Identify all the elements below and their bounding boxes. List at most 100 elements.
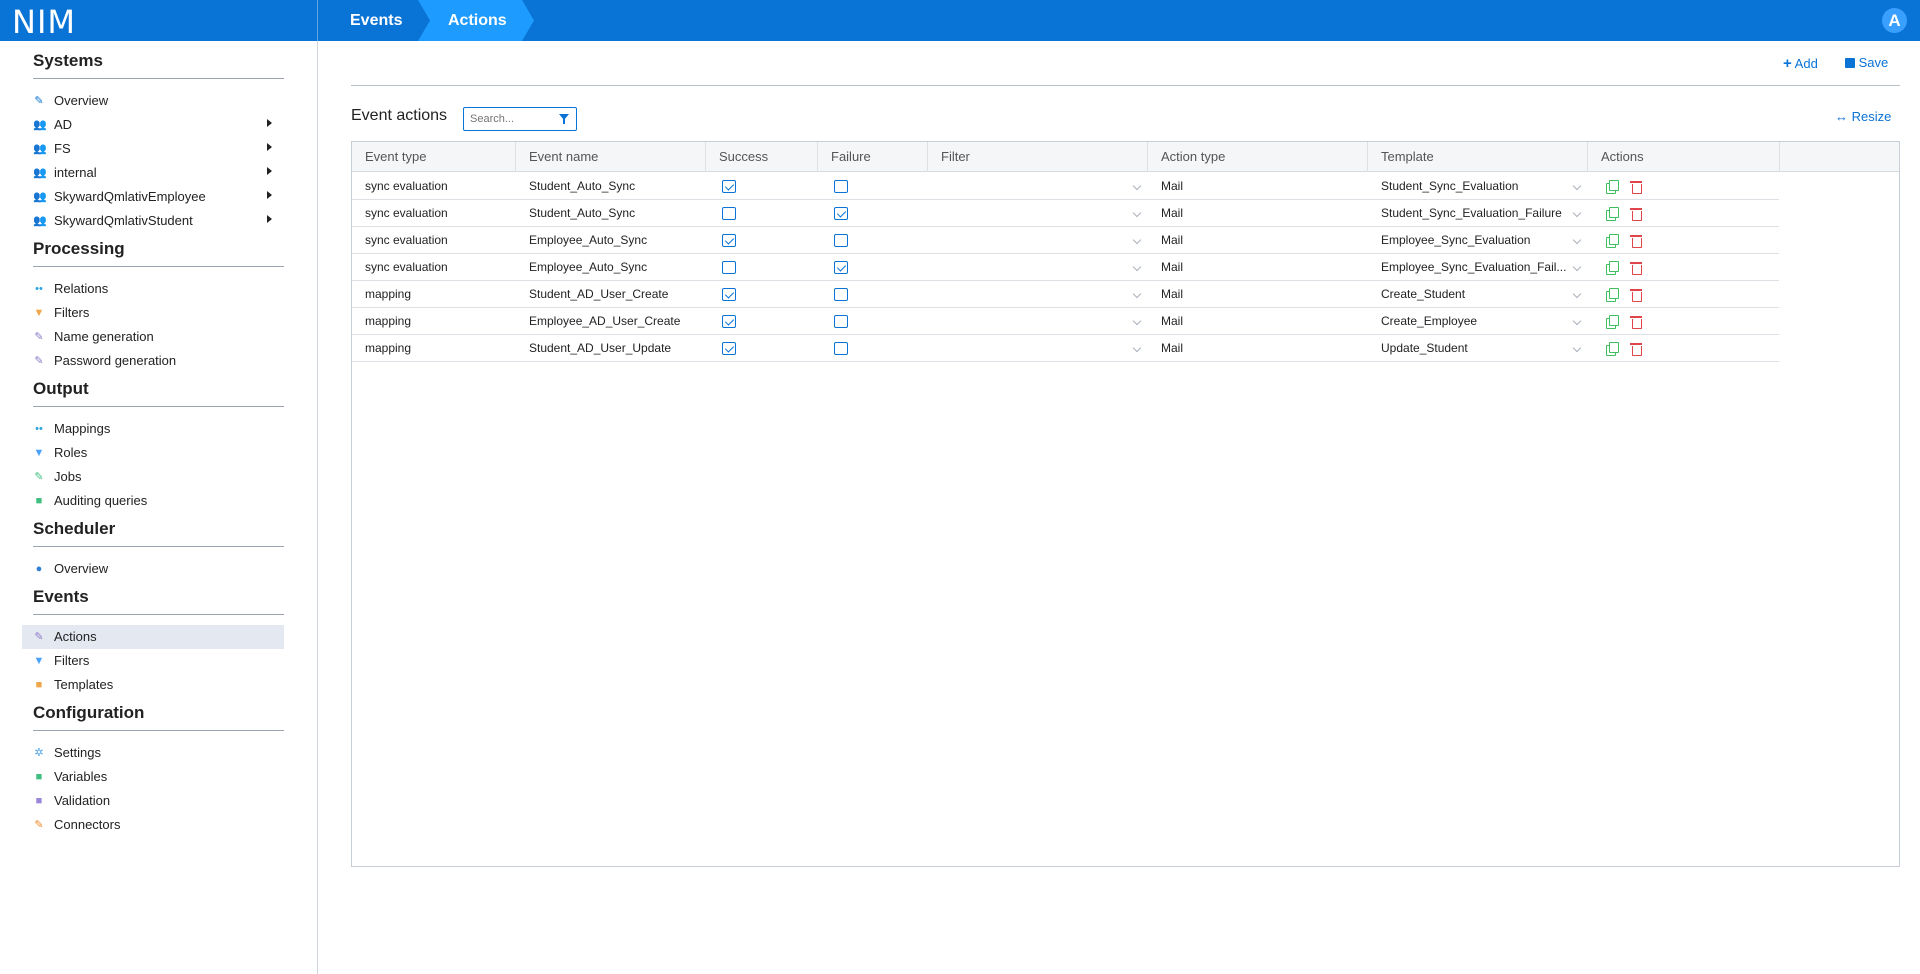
cell-event-type[interactable]: mapping <box>352 308 516 334</box>
column-header-filter[interactable]: Filter <box>928 142 1148 172</box>
chevron-down-icon[interactable] <box>1572 181 1582 191</box>
success-checkbox[interactable] <box>722 342 736 355</box>
chevron-down-icon[interactable] <box>1572 343 1582 353</box>
cell-action-type[interactable]: Mail <box>1148 227 1368 253</box>
trash-icon[interactable] <box>1630 315 1642 329</box>
cell-event-type[interactable]: sync evaluation <box>352 227 516 253</box>
copy-icon[interactable] <box>1606 342 1619 356</box>
failure-checkbox[interactable] <box>834 288 848 301</box>
table-row[interactable]: sync evaluation Student_Auto_Sync Mail Stud… <box>352 173 1779 200</box>
user-avatar[interactable]: A <box>1882 8 1907 33</box>
failure-checkbox[interactable] <box>834 261 848 274</box>
chevron-down-icon[interactable] <box>1132 316 1142 326</box>
sidebar-item-filters[interactable]: ▼ Filters <box>22 301 284 325</box>
success-checkbox[interactable] <box>722 207 736 220</box>
search-input[interactable] <box>470 111 548 127</box>
table-row[interactable]: sync evaluation Employee_Auto_Sync Mail Emp… <box>352 227 1779 254</box>
chevron-down-icon[interactable] <box>1132 262 1142 272</box>
cell-event-name[interactable]: Employee_Auto_Sync <box>516 254 706 280</box>
sidebar-item-templates[interactable]: ■ Templates <box>22 673 284 697</box>
sidebar-item-fs[interactable]: 👥 FS <box>22 137 284 161</box>
sidebar-item-password-generation[interactable]: ✎ Password generation <box>22 349 284 373</box>
cell-action-type[interactable]: Mail <box>1148 308 1368 334</box>
chevron-down-icon[interactable] <box>1572 208 1582 218</box>
column-header-success[interactable]: Success <box>706 142 818 172</box>
failure-checkbox[interactable] <box>834 315 848 328</box>
cell-filter[interactable] <box>928 254 1128 280</box>
success-checkbox[interactable] <box>722 288 736 301</box>
cell-event-name[interactable]: Student_AD_User_Update <box>516 335 706 361</box>
cell-action-type[interactable]: Mail <box>1148 335 1368 361</box>
sidebar-item-connectors[interactable]: ✎ Connectors <box>22 813 284 837</box>
table-row[interactable]: sync evaluation Employee_Auto_Sync Mail Emp… <box>352 254 1779 281</box>
chevron-down-icon[interactable] <box>1572 289 1582 299</box>
cell-event-type[interactable]: mapping <box>352 335 516 361</box>
cell-event-name[interactable]: Employee_AD_User_Create <box>516 308 706 334</box>
cell-template[interactable]: Employee_Sync_Evaluation_Fail... <box>1368 254 1572 280</box>
app-logo[interactable]: NIM <box>12 3 76 41</box>
column-header-event-name[interactable]: Event name <box>516 142 706 172</box>
copy-icon[interactable] <box>1606 207 1619 221</box>
sidebar-item-mappings[interactable]: •• Mappings <box>22 417 284 441</box>
sidebar-item-validation[interactable]: ■ Validation <box>22 789 284 813</box>
resize-button[interactable]: ↔ Resize <box>1835 109 1891 124</box>
add-button[interactable]: + Add <box>1783 55 1818 72</box>
success-checkbox[interactable] <box>722 234 736 247</box>
cell-filter[interactable] <box>928 200 1128 226</box>
column-header-actions[interactable]: Actions <box>1588 142 1780 172</box>
sidebar-item-jobs[interactable]: ✎ Jobs <box>22 465 284 489</box>
success-checkbox[interactable] <box>722 180 736 193</box>
column-header-template[interactable]: Template <box>1368 142 1588 172</box>
trash-icon[interactable] <box>1630 261 1642 275</box>
table-row[interactable]: mapping Student_AD_User_Update Mail Update_… <box>352 335 1779 362</box>
copy-icon[interactable] <box>1606 288 1619 302</box>
cell-filter[interactable] <box>928 173 1128 199</box>
sidebar-item-roles[interactable]: ▼ Roles <box>22 441 284 465</box>
chevron-down-icon[interactable] <box>1132 181 1142 191</box>
cell-action-type[interactable]: Mail <box>1148 254 1368 280</box>
column-header-action-type[interactable]: Action type <box>1148 142 1368 172</box>
cell-filter[interactable] <box>928 281 1128 307</box>
cell-template[interactable]: Student_Sync_Evaluation_Failure <box>1368 200 1572 226</box>
cell-template[interactable]: Update_Student <box>1368 335 1572 361</box>
cell-template[interactable]: Student_Sync_Evaluation <box>1368 173 1572 199</box>
column-header-event-type[interactable]: Event type <box>352 142 516 172</box>
cell-template[interactable]: Create_Employee <box>1368 308 1572 334</box>
cell-filter[interactable] <box>928 308 1128 334</box>
chevron-right-icon[interactable] <box>267 119 272 127</box>
failure-checkbox[interactable] <box>834 234 848 247</box>
success-checkbox[interactable] <box>722 261 736 274</box>
table-row[interactable]: mapping Student_AD_User_Create Mail Create_… <box>352 281 1779 308</box>
cell-action-type[interactable]: Mail <box>1148 173 1368 199</box>
cell-event-name[interactable]: Student_Auto_Sync <box>516 200 706 226</box>
chevron-right-icon[interactable] <box>267 167 272 175</box>
cell-filter[interactable] <box>928 335 1128 361</box>
sidebar-item-relations[interactable]: •• Relations <box>22 277 284 301</box>
failure-checkbox[interactable] <box>834 180 848 193</box>
chevron-right-icon[interactable] <box>267 191 272 199</box>
cell-filter[interactable] <box>928 227 1128 253</box>
sidebar-item-settings[interactable]: ✲ Settings <box>22 741 284 765</box>
sidebar-item-variables[interactable]: ■ Variables <box>22 765 284 789</box>
sidebar-item-internal[interactable]: 👥 internal <box>22 161 284 185</box>
table-row[interactable]: mapping Employee_AD_User_Create Mail Create… <box>352 308 1779 335</box>
cell-event-name[interactable]: Student_AD_User_Create <box>516 281 706 307</box>
sidebar-item-overview[interactable]: ✎ Overview <box>22 89 284 113</box>
cell-event-type[interactable]: mapping <box>352 281 516 307</box>
cell-action-type[interactable]: Mail <box>1148 200 1368 226</box>
chevron-down-icon[interactable] <box>1572 235 1582 245</box>
sidebar-item-filters[interactable]: ▼ Filters <box>22 649 284 673</box>
cell-event-type[interactable]: sync evaluation <box>352 200 516 226</box>
sidebar-item-overview[interactable]: ● Overview <box>22 557 284 581</box>
breadcrumb-events[interactable]: Events <box>350 0 402 41</box>
cell-event-type[interactable]: sync evaluation <box>352 173 516 199</box>
success-checkbox[interactable] <box>722 315 736 328</box>
copy-icon[interactable] <box>1606 261 1619 275</box>
chevron-down-icon[interactable] <box>1132 235 1142 245</box>
sidebar-item-name-generation[interactable]: ✎ Name generation <box>22 325 284 349</box>
cell-event-name[interactable]: Student_Auto_Sync <box>516 173 706 199</box>
search-box[interactable] <box>463 107 577 131</box>
sidebar-item-skywardqmlativstudent[interactable]: 👥 SkywardQmlativStudent <box>22 209 284 233</box>
cell-event-type[interactable]: sync evaluation <box>352 254 516 280</box>
copy-icon[interactable] <box>1606 180 1619 194</box>
